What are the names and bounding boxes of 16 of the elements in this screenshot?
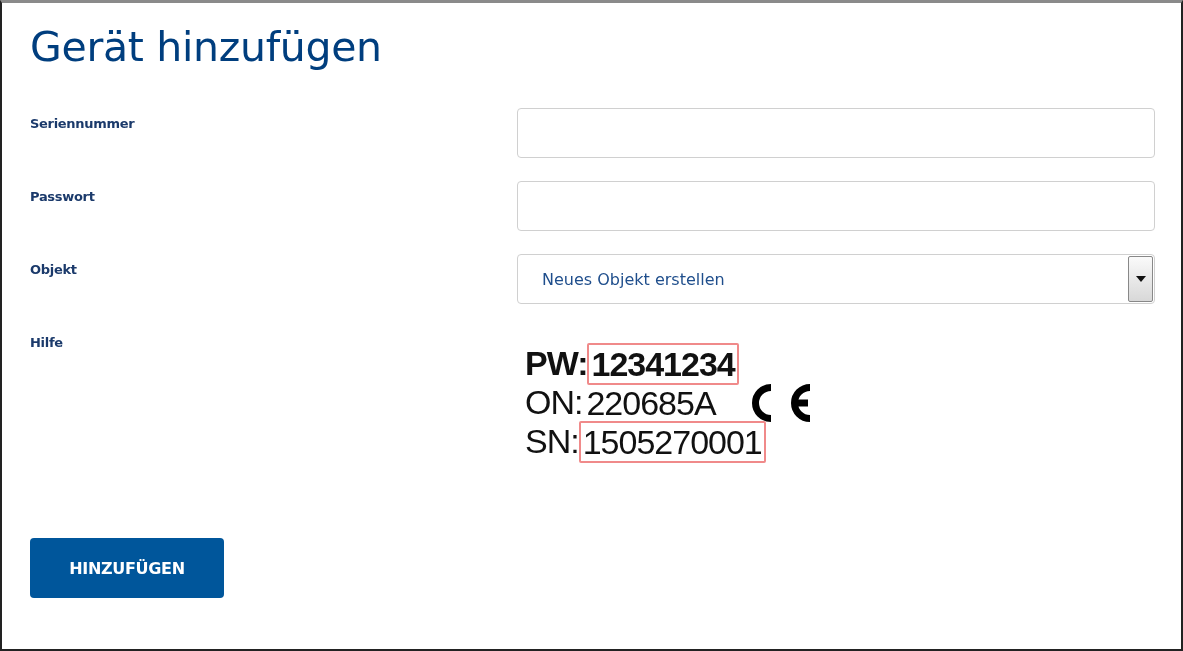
device-label-key: ON: <box>525 383 583 422</box>
help-label: Hilfe <box>30 334 64 352</box>
dropdown-value: Neues Objekt erstellen <box>542 269 725 289</box>
serial-number-field[interactable] <box>517 108 1155 158</box>
highlighted-value: 12341234 <box>587 342 739 385</box>
field-label: Seriennummer <box>30 115 136 131</box>
field-label: Objekt <box>30 261 78 277</box>
device-label-key: SN: <box>525 422 579 461</box>
caret-icon[interactable] <box>1128 256 1153 302</box>
page-title: Gerät hinzufügen <box>30 22 383 73</box>
object-dropdown[interactable]: Neues Objekt erstellen <box>517 254 1155 304</box>
field-label: Passwort <box>30 188 96 204</box>
add-button[interactable]: HINZUFÜGEN <box>30 538 224 598</box>
device-label-key: PW: <box>525 344 588 383</box>
password-field[interactable] <box>517 181 1155 231</box>
highlighted-value: 1505270001 <box>578 420 766 463</box>
